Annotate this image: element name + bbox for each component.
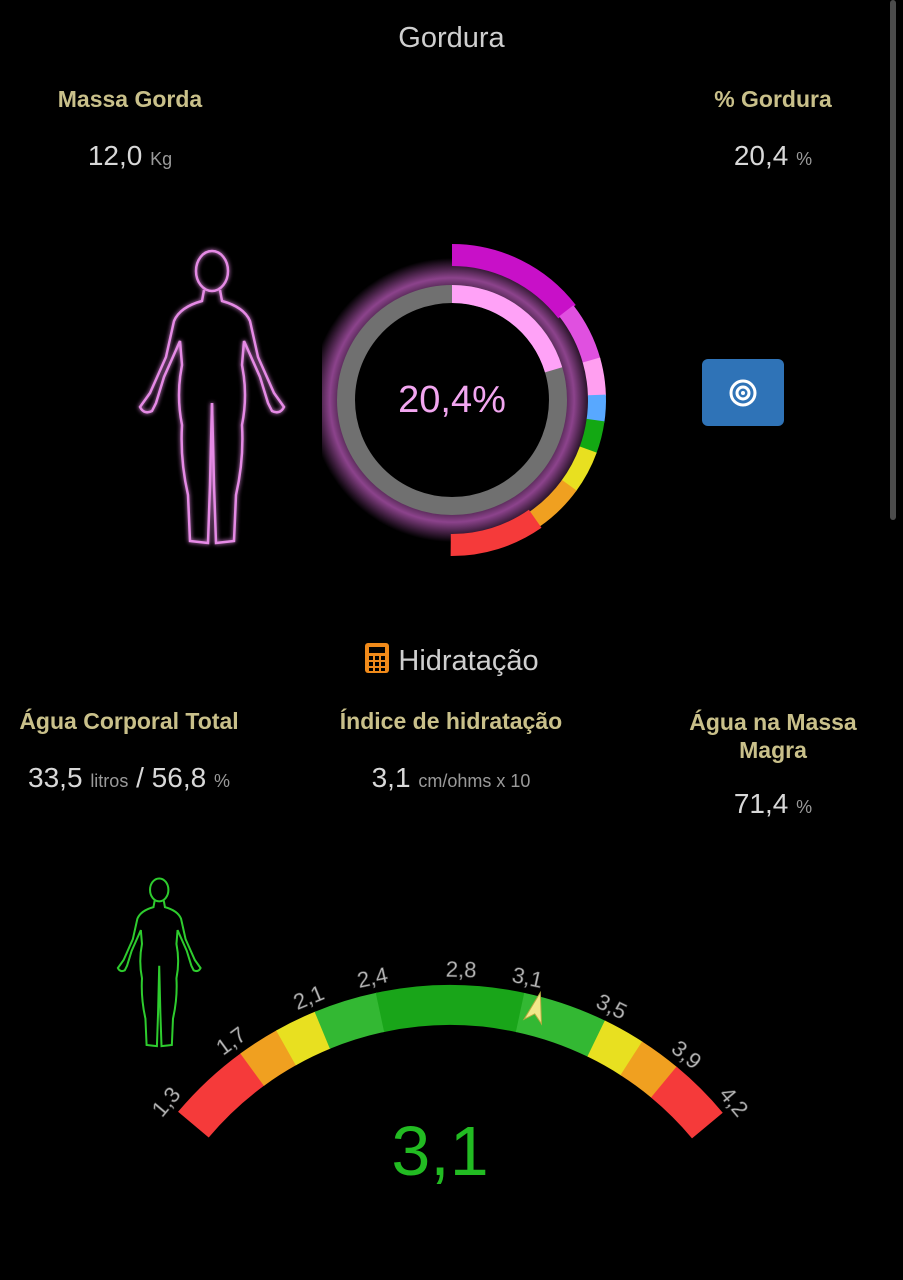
water-lean-mass-label: Água na Massa Magra — [643, 708, 903, 764]
gauge-zone — [620, 1041, 678, 1099]
hydration-section-title: Hidratação — [0, 642, 903, 678]
gauge-zone — [587, 1020, 644, 1076]
donut-outer-segment — [586, 394, 606, 423]
water-lean-mass-number: 71,4 — [733, 788, 789, 819]
gauge-zone — [515, 992, 606, 1058]
fat-percent-number: 20,4 — [733, 140, 789, 171]
total-water-label: Água Corporal Total — [19, 708, 239, 734]
fat-mass-label: Massa Gorda — [57, 86, 203, 112]
gauge-zone — [276, 1011, 332, 1066]
gauge-zone — [375, 985, 526, 1033]
total-water-liters-unit: litros — [90, 771, 129, 791]
target-icon — [729, 379, 757, 406]
calculator-icon[interactable] — [364, 642, 390, 674]
gauge-tick-label: 1,3 — [147, 1082, 186, 1122]
total-water-separator: / — [136, 762, 144, 793]
fat-mass-value: 12,0 Kg — [0, 140, 260, 172]
gauge-zone — [314, 992, 386, 1049]
total-water-value: 33,5 litros / 56,8 % — [0, 762, 258, 794]
hydration-index-number: 3,1 — [371, 762, 411, 793]
hydration-index-unit: cm/ohms x 10 — [418, 771, 531, 791]
fat-mass-number: 12,0 — [87, 140, 143, 171]
gauge-tick-label: 3,1 — [510, 962, 545, 993]
total-water-percent: 56,8 — [151, 762, 207, 793]
scrollbar[interactable] — [890, 0, 896, 520]
fat-mass-unit: Kg — [150, 149, 173, 169]
target-button[interactable] — [702, 359, 784, 426]
water-lean-mass-label-line2: Magra — [739, 737, 807, 763]
donut-value-text: 20,4% — [398, 379, 506, 421]
hydration-index-label: Índice de hidratação — [339, 708, 563, 734]
gauge-zone — [178, 1052, 266, 1138]
gauge-zone — [650, 1066, 723, 1139]
fat-donut-chart: 20,4% — [322, 244, 606, 556]
gauge-tick-label: 2,8 — [445, 957, 476, 983]
gauge-tick-label: 4,2 — [715, 1082, 754, 1122]
fat-percent-unit: % — [796, 149, 813, 169]
female-body-pink-icon — [138, 249, 286, 545]
gauge-tick-label: 2,4 — [355, 962, 390, 993]
fat-section-title: Gordura — [398, 22, 505, 54]
donut-outer-segment — [582, 357, 606, 397]
gauge-value-text: 3,1 — [391, 1112, 488, 1190]
water-lean-mass-unit: % — [796, 797, 813, 817]
hydration-index-value: 3,1 cm/ohms x 10 — [300, 762, 602, 794]
fat-percent-label: % Gordura — [714, 86, 832, 112]
gauge-zone — [240, 1029, 297, 1086]
water-lean-mass-label-line1: Água na Massa — [689, 709, 857, 735]
hydration-gauge: 1,31,72,12,4 2,8 3,13,53,94,2 3,1 — [146, 956, 754, 1190]
total-water-liters: 33,5 — [28, 762, 83, 793]
total-water-percent-unit: % — [213, 771, 230, 791]
fat-percent-value: 20,4 % — [643, 140, 903, 172]
donut-outer-segment — [579, 418, 605, 454]
gauge-zones — [178, 985, 723, 1139]
hydration-title-text: Hidratação — [398, 645, 539, 677]
water-lean-mass-value: 71,4 % — [643, 788, 903, 820]
